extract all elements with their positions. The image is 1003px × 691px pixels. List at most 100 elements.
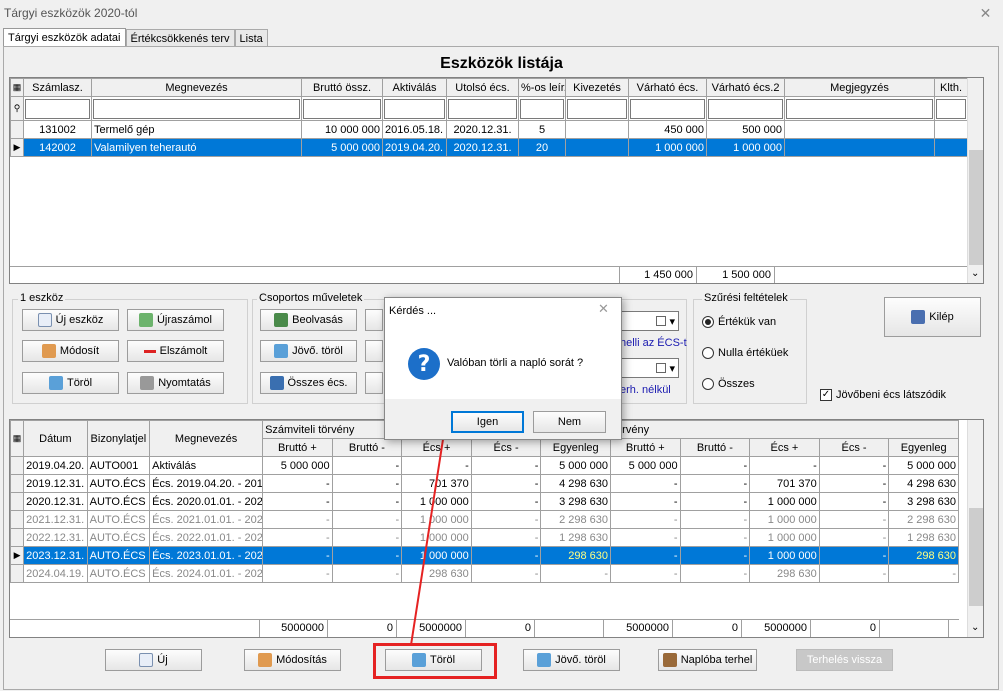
assets-grid: ▦ Számlasz. Megnevezés Bruttó össz. Akti… [9, 77, 984, 284]
settled-button[interactable]: Elszámolt [127, 340, 224, 362]
new-entry-button[interactable]: Új [105, 649, 202, 671]
filter-input[interactable] [384, 98, 445, 119]
col-header-last-depr[interactable]: Utolsó écs. [446, 78, 519, 97]
recalculate-button[interactable]: Újraszámol [127, 309, 224, 331]
delete-asset-button[interactable]: Töröl [22, 372, 119, 394]
scrollbar-thumb[interactable] [969, 508, 983, 606]
all-depreciation-button[interactable]: Összes écs. [260, 372, 357, 394]
chevron-down-icon[interactable]: ⌄ [971, 622, 979, 633]
filter-input[interactable] [520, 98, 564, 119]
table-row[interactable]: 2019.12.31. AUTO.ÉCS Écs. 2019.04.20. - 20… [10, 474, 959, 493]
filter-zero-value-radio[interactable]: Nulla értéküek [702, 347, 788, 359]
modify-entry-button[interactable]: Módosítás [244, 649, 341, 671]
col-header-expected-depr2[interactable]: Várható écs.2 [706, 78, 785, 97]
exit-door-icon [911, 310, 926, 324]
delete-icon [48, 376, 63, 390]
group-button-hidden[interactable] [365, 372, 383, 394]
chevron-down-icon[interactable]: ▾ [669, 362, 675, 375]
table-row[interactable]: 131002 Termelő gép 10 000 000 2016.05.18… [10, 120, 968, 139]
modify-button[interactable]: Módosít [22, 340, 119, 362]
filter-input[interactable] [448, 98, 517, 119]
col-header-percent[interactable]: %-os leír. [518, 78, 566, 97]
dialog-no-button[interactable]: Nem [533, 411, 606, 433]
exit-button[interactable]: Kilép [884, 297, 981, 337]
import-button[interactable]: Beolvasás [260, 309, 357, 331]
grid-settings-icon[interactable]: ▦ [10, 78, 24, 97]
edit-icon [258, 653, 273, 667]
table-row-selected[interactable]: ▶ 142002 Valamilyen teherautó 5 000 000 … [10, 138, 968, 157]
filter-input[interactable] [786, 98, 933, 119]
col-header-name[interactable]: Megnevezés [91, 78, 302, 97]
calendar-icon[interactable] [656, 316, 667, 326]
table-row[interactable]: 2019.04.20. AUTO001 Aktiválás 5 000 000- - -5… [10, 456, 959, 475]
filter-input[interactable] [93, 98, 300, 119]
filter-has-value-radio[interactable]: Értékük van [702, 316, 776, 328]
tab-asset-data[interactable]: Tárgyi eszközök adatai [3, 28, 126, 48]
group-label: Szűrési feltételek [702, 292, 790, 304]
filter-input[interactable] [936, 98, 966, 119]
total-expected-depr: 1 450 000 [619, 267, 697, 283]
filter-input[interactable] [303, 98, 381, 119]
date-picker[interactable]: ▾ [620, 358, 679, 378]
filter-input[interactable] [708, 98, 783, 119]
col-header-expected-depr[interactable]: Várható écs. [628, 78, 707, 97]
col-header-note[interactable]: Megjegyzés [784, 78, 935, 97]
dialog-message: Valóban törli a napló sorát ? [447, 357, 584, 369]
revert-posting-button[interactable]: Terhelés vissza [796, 649, 893, 671]
chevron-down-icon[interactable]: ▾ [669, 315, 675, 328]
printer-icon [140, 376, 155, 390]
filter-input[interactable] [25, 98, 90, 119]
table-row[interactable]: 2020.12.31. AUTO.ÉCS Écs. 2020.01.01. - 20… [10, 492, 959, 511]
grid-settings-icon[interactable]: ▦ [10, 420, 25, 457]
print-button[interactable]: Nyomtatás [127, 372, 224, 394]
close-icon[interactable]: ✕ [968, 0, 1003, 26]
col-header-description[interactable]: Megnevezés [149, 420, 264, 457]
journal-total-cell: 0 [673, 620, 742, 637]
col-header-gross[interactable]: Bruttó össz. [301, 78, 383, 97]
scrollbar-thumb[interactable] [969, 150, 983, 265]
table-row-selected[interactable]: ▶ 2023.12.31. AUTO.ÉCS Écs. 2023.01.01. - 2… [10, 546, 959, 565]
post-to-journal-button[interactable]: Naplóba terhel [658, 649, 757, 671]
col-header-activation[interactable]: Aktiválás [382, 78, 447, 97]
col-header-date[interactable]: Dátum [23, 420, 88, 457]
table-row[interactable]: 2021.12.31. AUTO.ÉCS Écs. 2021.01.01. - 20… [10, 510, 959, 529]
filter-all-radio[interactable]: Összes [702, 378, 755, 390]
table-row[interactable]: 2022.12.31. AUTO.ÉCS Écs. 2022.01.01. - 20… [10, 528, 959, 547]
dates-link[interactable]: helli az ÉCS-t [620, 337, 687, 349]
delete-future-entry-button[interactable]: Jövő. töröl [523, 649, 620, 671]
journal-total-cell: 5000000 [742, 620, 811, 637]
dialog-footer: Igen Nem [385, 399, 621, 439]
chevron-down-icon[interactable]: ⌄ [971, 268, 979, 279]
delete-icon [274, 344, 289, 358]
delete-future-button[interactable]: Jövő. töröl [260, 340, 357, 362]
journal-total-cell [535, 620, 604, 637]
dates-link[interactable]: erh. nélkül [620, 384, 671, 396]
tab-depreciation-plan[interactable]: Értékcsökkenés terv [125, 29, 235, 47]
assets-scrollbar[interactable]: ⌄ [967, 78, 983, 283]
edit-icon [41, 344, 56, 358]
filter-input[interactable] [567, 98, 627, 119]
date-picker[interactable]: ▾ [620, 311, 679, 331]
group-label: 1 eszköz [18, 292, 66, 304]
group-button-hidden[interactable] [365, 340, 383, 362]
refresh-icon [138, 313, 153, 327]
journal-total-cell: 0 [811, 620, 880, 637]
group-label: Csoportos műveletek [257, 292, 365, 304]
dialog-close-icon[interactable]: ✕ [598, 301, 609, 317]
tab-list[interactable]: Lista [234, 29, 268, 47]
group-button-hidden[interactable] [365, 309, 383, 331]
filter-input[interactable] [630, 98, 705, 119]
new-asset-button[interactable]: Új eszköz [22, 309, 119, 331]
journal-totals-row: 5000000 0 5000000 0 5000000 0 5000000 0 [10, 619, 959, 637]
journal-scrollbar[interactable]: ⌄ [967, 420, 983, 637]
calendar-icon[interactable] [656, 363, 667, 373]
col-header-account[interactable]: Számlasz. [23, 78, 92, 97]
dialog-yes-button[interactable]: Igen [451, 411, 524, 433]
new-document-icon [37, 313, 52, 327]
row-pointer-icon: ▶ [10, 138, 24, 157]
col-header-document[interactable]: Bizonylatjel [86, 420, 151, 457]
col-header-removal[interactable]: Kivezetés [565, 78, 629, 97]
col-header-cost[interactable]: Klth. [934, 78, 968, 97]
table-row[interactable]: 2024.04.19. AUTO.ÉCS Écs. 2024.01.01. - 20… [10, 564, 959, 583]
future-depr-checkbox[interactable]: ✓ Jövőbeni écs látszódik [820, 389, 946, 401]
